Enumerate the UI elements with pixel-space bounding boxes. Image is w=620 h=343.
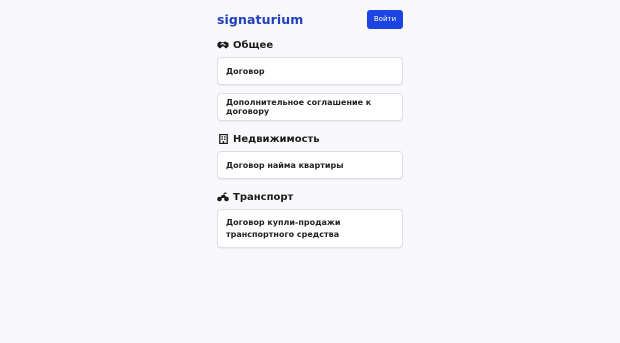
handshake-icon — [217, 40, 229, 50]
logo[interactable]: signaturium — [217, 12, 303, 27]
list-item[interactable]: Договор — [217, 57, 403, 85]
section-title-transport: Транспорт — [217, 191, 403, 203]
login-button[interactable]: Войти — [367, 9, 403, 29]
section-title-realty: Недвижимость — [217, 133, 403, 145]
list-item-label: Договор купли-продажи транспортного сред… — [226, 217, 341, 239]
motorcycle-icon — [217, 192, 229, 202]
list-item[interactable]: Договор найма квартиры — [217, 151, 403, 179]
list-item-label: Дополнительное соглашение к договору — [226, 98, 372, 116]
building-icon — [217, 134, 229, 144]
list-item[interactable]: Дополнительное соглашение к договору — [217, 93, 403, 121]
list-item-label: Договор найма квартиры — [226, 160, 344, 170]
section-title-label: Недвижимость — [233, 133, 320, 145]
list-item-label: Договор — [226, 66, 265, 76]
section-title-general: Общее — [217, 39, 403, 51]
section-title-label: Общее — [233, 39, 274, 51]
list-item[interactable]: Договор купли-продажи транспортного сред… — [217, 209, 403, 248]
page-container: signaturium Войти Общее Договор Дополнит… — [217, 0, 403, 248]
section-title-label: Транспорт — [233, 191, 294, 203]
header: signaturium Войти — [217, 0, 403, 38]
